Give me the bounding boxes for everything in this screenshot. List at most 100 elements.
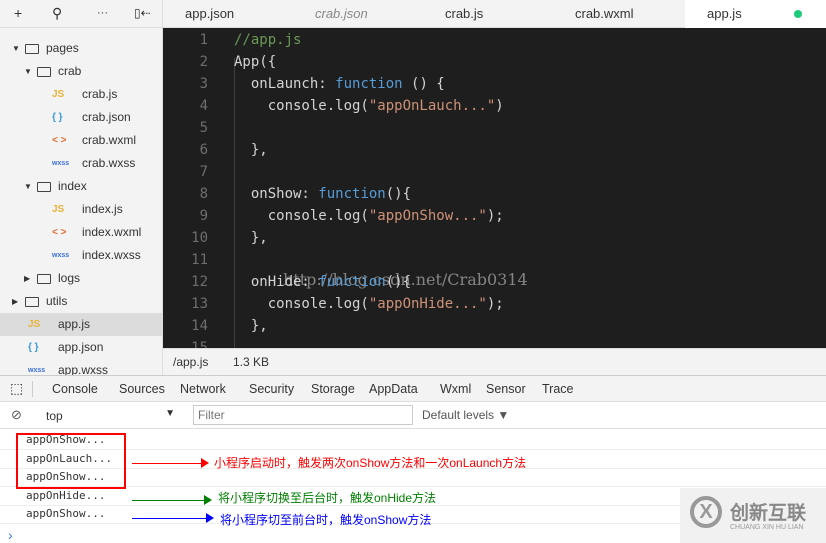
folder-icon — [37, 274, 51, 284]
devtools-tab-wxml[interactable]: Wxml — [430, 376, 481, 402]
inspect-element-icon[interactable]: ⬚ — [10, 380, 23, 397]
devtools-tab-trace[interactable]: Trace — [532, 376, 584, 402]
file-path: /app.js — [173, 355, 209, 369]
line-number: 11 — [191, 252, 208, 268]
tree-item-app-js[interactable]: JS app.js — [0, 313, 162, 336]
collapsed-arrow-icon[interactable]: ▶ — [12, 290, 18, 313]
tab-label: app.js — [707, 6, 742, 21]
tree-item-app-json[interactable]: { } app.json — [0, 336, 162, 359]
devtools-tab-appdata[interactable]: AppData — [359, 376, 428, 402]
collapse-sidebar-icon[interactable]: ▯⇠ — [134, 6, 151, 20]
editor-tabs: app.json crab.json crab.js crab.wxml app… — [163, 0, 826, 28]
tree-item-crab-js[interactable]: JS crab.js — [0, 83, 162, 106]
expanded-arrow-icon[interactable]: ▼ — [24, 175, 32, 198]
tree-item-label: crab.wxss — [82, 156, 136, 170]
wxml-file-icon: < > — [52, 227, 67, 238]
devtools-tab-security[interactable]: Security — [239, 376, 304, 402]
collapsed-arrow-icon[interactable]: ▶ — [24, 267, 30, 290]
devtools-tab-network[interactable]: Network — [170, 376, 236, 402]
expanded-arrow-icon[interactable]: ▼ — [12, 37, 20, 60]
tab-label: app.json — [185, 6, 235, 21]
json-file-icon: { } — [28, 342, 39, 353]
logo-subtext: CHUANG XIN HU LIAN — [730, 524, 804, 531]
console-prompt[interactable]: › — [8, 527, 13, 543]
devtools-tab-console[interactable]: Console — [42, 376, 108, 404]
log-levels-select[interactable]: Default levels ▼ — [422, 408, 509, 422]
code-editor[interactable]: http://blog.csdn.net/Crab0314 1//app.js 2… — [163, 28, 826, 348]
line-number: 2 — [199, 54, 208, 70]
code-line: App({ — [234, 54, 277, 70]
wxss-file-icon: wxss — [52, 160, 70, 167]
toolbar: + ⚲ ··· ▯⇠ — [0, 0, 163, 28]
line-number: 15 — [191, 340, 208, 348]
code-line: }, — [234, 230, 268, 246]
line-number: 14 — [191, 318, 208, 334]
annotation: 将小程序切换至后台时，触发onHide方法 — [218, 491, 437, 505]
status-bar: /app.js 1.3 KB — [163, 348, 826, 375]
line-number: 7 — [199, 164, 208, 180]
tree-item-label: index.wxml — [82, 225, 142, 239]
devtools-tab-sources[interactable]: Sources — [109, 376, 175, 402]
tree-item-label: app.js — [58, 317, 91, 331]
arrow-icon — [132, 458, 209, 468]
tab-crab-js[interactable]: crab.js — [423, 0, 553, 28]
line-number: 9 — [199, 208, 208, 224]
expanded-arrow-icon[interactable]: ▼ — [24, 60, 32, 83]
tree-item-index-js[interactable]: JS index.js — [0, 198, 162, 221]
tree-item-label: index.js — [82, 202, 123, 216]
tab-label: crab.json — [315, 6, 368, 21]
tree-item-label: crab — [58, 64, 82, 78]
console-filter-bar: ⊘ top ▼ Default levels ▼ — [0, 402, 826, 429]
folder-icon — [25, 44, 39, 54]
tree-item-crab-wxml[interactable]: < > crab.wxml — [0, 129, 162, 152]
line-number: 6 — [199, 142, 208, 158]
arrow-icon — [132, 495, 212, 505]
tree-item-index-wxml[interactable]: < > index.wxml — [0, 221, 162, 244]
json-file-icon: { } — [52, 112, 63, 123]
logo-watermark: X 创新互联 CHUANG XIN HU LIAN — [680, 488, 826, 543]
code-line: //app.js — [234, 32, 302, 48]
line-number: 13 — [191, 296, 208, 312]
logo-text: 创新互联 — [730, 503, 807, 524]
tab-app-json[interactable]: app.json — [163, 0, 293, 28]
code-line: }, — [234, 142, 268, 158]
tab-crab-json[interactable]: crab.json — [293, 0, 423, 28]
annotation: 小程序启动时，触发两次onShow方法和一次onLaunch方法 — [214, 456, 527, 470]
code-line: onLaunch: function () { — [234, 76, 445, 92]
line-number: 1 — [199, 32, 208, 48]
context-select[interactable]: top ▼ — [36, 406, 181, 425]
highlight-box — [16, 433, 126, 489]
tree-item-crab[interactable]: ▼ crab — [0, 60, 162, 83]
code-line: console.log("appOnHide..."); — [234, 296, 504, 312]
tree-item-logs[interactable]: ▶ logs — [0, 267, 162, 290]
devtools-tab-sensor[interactable]: Sensor — [476, 376, 536, 402]
tree-item-index-wxss[interactable]: wxss index.wxss — [0, 244, 162, 267]
tab-crab-wxml[interactable]: crab.wxml — [553, 0, 683, 28]
line-number: 3 — [199, 76, 208, 92]
file-size: 1.3 KB — [233, 355, 270, 369]
tree-item-index[interactable]: ▼ index — [0, 175, 162, 198]
code-line: }, — [234, 318, 268, 334]
tree-item-label: utils — [46, 294, 68, 308]
tab-app-js[interactable]: app.js — [685, 0, 826, 28]
filter-input[interactable] — [193, 405, 413, 425]
tree-item-utils[interactable]: ▶ utils — [0, 290, 162, 313]
wxss-file-icon: wxss — [52, 252, 70, 259]
code-line: console.log("appOnShow..."); — [234, 208, 504, 224]
arrow-icon — [132, 513, 214, 523]
tree-item-app-wxss[interactable]: wxss app.wxss — [0, 359, 162, 375]
more-icon[interactable]: ··· — [97, 7, 108, 19]
js-file-icon: JS — [28, 319, 41, 330]
tree-item-crab-json[interactable]: { } crab.json — [0, 106, 162, 129]
tree-item-pages[interactable]: ▼ pages — [0, 37, 162, 60]
devtools-tab-storage[interactable]: Storage — [301, 376, 365, 402]
tree-item-label: app.wxss — [58, 363, 109, 375]
search-icon[interactable]: ⚲ — [52, 5, 62, 22]
plus-icon[interactable]: + — [14, 5, 22, 21]
tree-item-label: app.json — [58, 340, 104, 354]
clear-console-icon[interactable]: ⊘ — [11, 407, 22, 423]
divider — [32, 381, 33, 397]
tree-item-crab-wxss[interactable]: wxss crab.wxss — [0, 152, 162, 175]
line-number: 5 — [199, 120, 208, 136]
annotation: 将小程序切至前台时，触发onShow方法 — [220, 513, 432, 527]
